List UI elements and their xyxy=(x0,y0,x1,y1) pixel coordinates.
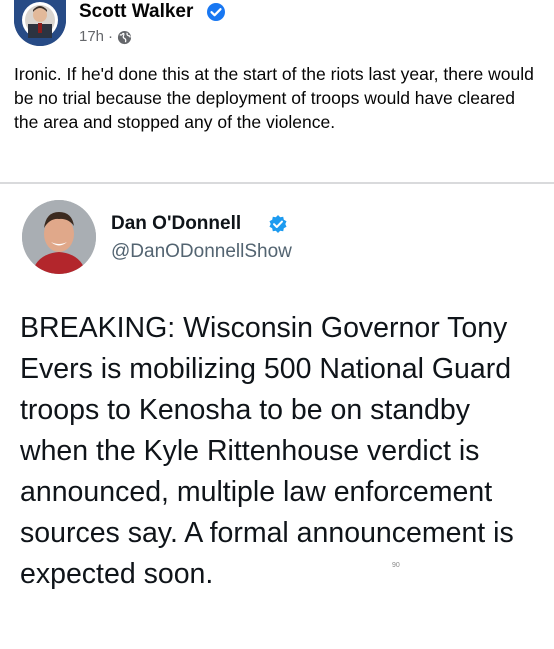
author-avatar[interactable] xyxy=(14,0,66,46)
tweet-author-name[interactable]: Dan O'Donnell xyxy=(111,212,241,236)
facebook-post: Scott Walker 17h · Ironic. If he'd done … xyxy=(0,0,554,182)
verified-badge-icon xyxy=(269,215,287,233)
post-text: Ironic. If he'd done this at the start o… xyxy=(14,64,534,132)
tweet-author-avatar[interactable] xyxy=(22,200,96,274)
verified-badge-icon xyxy=(207,3,225,21)
meta-separator: · xyxy=(108,28,114,45)
post-timestamp[interactable]: 17h xyxy=(79,27,104,47)
author-name[interactable]: Scott Walker xyxy=(79,0,193,24)
tweet-text: BREAKING: Wisconsin Governor Tony Evers … xyxy=(20,312,514,590)
post-meta: 17h · xyxy=(79,27,132,47)
globe-icon xyxy=(117,30,132,44)
watermark: 90 xyxy=(392,562,400,569)
embedded-tweet: Dan O'Donnell @DanODonnellShow BREAKING:… xyxy=(0,184,554,649)
tweet-author-handle[interactable]: @DanODonnellShow xyxy=(111,240,292,264)
